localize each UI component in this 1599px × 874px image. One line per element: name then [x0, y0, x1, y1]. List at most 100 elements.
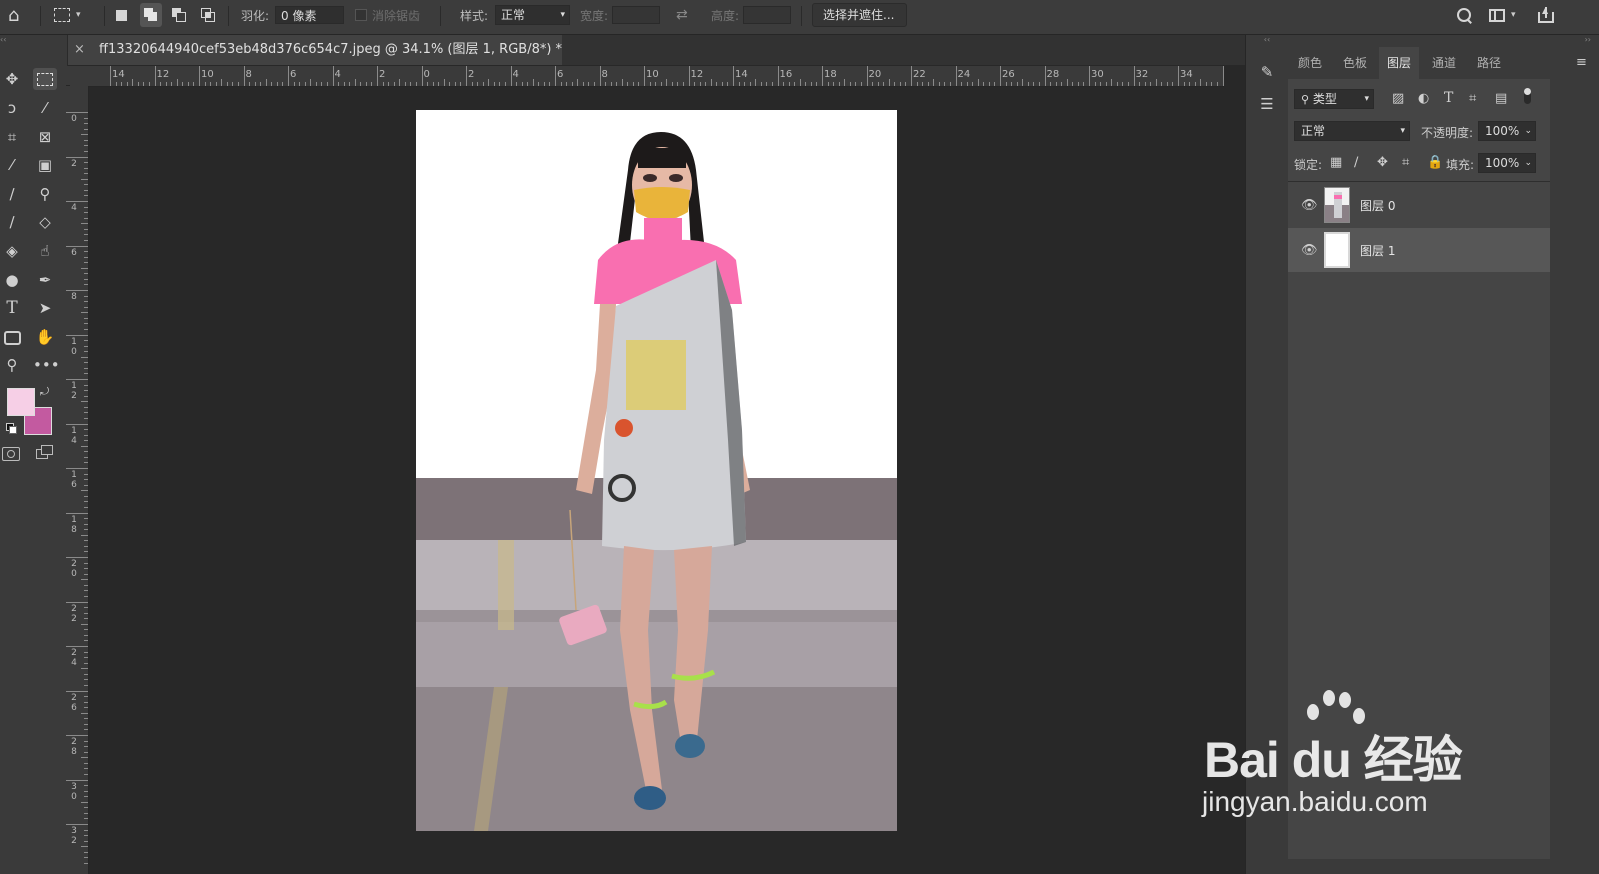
collapse-panels-icon[interactable]: ‹‹ [1246, 35, 1288, 45]
ruler-tick [221, 79, 223, 86]
ruler-tick [961, 82, 963, 86]
workspace-button[interactable]: ▾ [1489, 0, 1516, 30]
filter-smart-object-icon[interactable]: ▤ [1495, 91, 1507, 106]
document-tab[interactable]: × ff13320644940cef53eb48d376c654c7.jpeg … [68, 35, 562, 65]
frame-tool[interactable]: ⊠ [33, 126, 57, 148]
lock-image-icon[interactable]: ∕ [1354, 155, 1358, 170]
magic-wand-tool[interactable]: ⁄ [33, 97, 57, 119]
swap-colors-icon[interactable]: ⤾ [40, 385, 49, 399]
swap-dimensions-button[interactable]: ⇄ [676, 0, 688, 30]
object-selection-tool[interactable]: ▣ [33, 154, 57, 176]
smudge-tool[interactable]: ☝ [33, 240, 57, 262]
tab-color[interactable]: 颜色 [1290, 47, 1330, 79]
share-button[interactable]: ▲ [1538, 0, 1554, 30]
lock-transparent-icon[interactable]: ▦ [1330, 155, 1342, 170]
layer-row-selected[interactable]: 👁 图层 1 [1288, 228, 1550, 272]
tab-swatches[interactable]: 色板 [1335, 47, 1375, 79]
subtract-selection-button[interactable] [172, 0, 186, 30]
ruler-tick [538, 82, 540, 86]
close-tab-button[interactable]: × [74, 42, 85, 57]
more-tools-button[interactable]: ••• [33, 354, 60, 376]
opacity-input[interactable]: 100% ⌄ [1478, 121, 1536, 141]
ruler-tick [84, 145, 88, 147]
brush-tool[interactable]: ∕ [0, 183, 24, 205]
filter-shape-icon[interactable]: ⌗ [1469, 91, 1476, 106]
ruler-tick [84, 618, 88, 620]
ruler-tick [822, 66, 823, 86]
ruler-tick [799, 79, 801, 86]
add-selection-button[interactable] [140, 3, 162, 27]
eraser-tool[interactable]: ◇ [33, 211, 57, 233]
opacity-label: 不透明度: [1421, 126, 1474, 140]
ruler-tick [84, 479, 88, 481]
tool-preset-picker[interactable]: ▾ [54, 0, 81, 30]
visibility-eye-icon[interactable]: 👁 [1301, 198, 1318, 213]
layer-name[interactable]: 图层 0 [1360, 197, 1395, 214]
pen-tool[interactable]: ✒ [33, 269, 57, 291]
layer-row[interactable]: 👁 图层 0 [1288, 183, 1550, 227]
visibility-eye-icon[interactable]: 👁 [1301, 243, 1318, 258]
vertical-ruler[interactable]: 0 2 4 6 8 1 0 1 2 1 4 1 6 1 8 2 0 2 2 2 4 2 6 2 8 3 0 3 … [66, 86, 89, 874]
ruler-tick [84, 840, 88, 842]
rectangle-tool[interactable] [0, 326, 24, 348]
clone-stamp-tool[interactable]: ⚲ [33, 183, 57, 205]
ruler-tick [84, 829, 88, 831]
collapse-panel-icon[interactable]: ›› [1288, 35, 1599, 45]
crop-tool[interactable]: ⌗ [0, 126, 24, 148]
antialias-checkbox[interactable]: 消除锯齿 [355, 0, 420, 30]
lock-all-icon[interactable]: 🔒 [1427, 155, 1443, 170]
filter-toggle[interactable] [1524, 88, 1531, 104]
horizontal-ruler[interactable]: 14 12 10 8 6 4 2 0 2 4 6 8 10 12 14 16 18 20 22 24 26 28 30 32 3… [70, 66, 1224, 87]
ruler-tick [393, 82, 395, 86]
filter-adjustment-icon[interactable]: ◐ [1418, 91, 1429, 106]
hand-tool[interactable]: ✋ [33, 326, 57, 348]
brush-settings-button[interactable]: ✎ [1255, 63, 1279, 85]
tab-channels[interactable]: 通道 [1424, 47, 1464, 79]
layer-filter-select[interactable]: ⚲ 类型 ▾ [1294, 89, 1374, 109]
ruler-tick [84, 673, 88, 675]
style-select[interactable]: 正常 ▾ [495, 5, 570, 25]
tab-paths[interactable]: 路径 [1469, 47, 1509, 79]
toolbar-collapse[interactable]: ‹‹ [0, 35, 66, 45]
ruler-label: 4 [334, 69, 341, 80]
lasso-tool[interactable]: ↄ [0, 97, 24, 119]
foreground-color-swatch[interactable] [7, 388, 35, 416]
zoom-tool[interactable]: ⚲ [0, 354, 24, 376]
default-colors-icon[interactable] [6, 423, 17, 434]
path-selection-tool[interactable]: ➤ [33, 297, 57, 319]
panel-menu-icon[interactable]: ≡ [1576, 55, 1587, 70]
document-canvas[interactable] [416, 110, 897, 831]
ruler-tick [215, 82, 217, 86]
ruler-tick [593, 82, 595, 86]
chevron-down-icon: ⌄ [1524, 126, 1532, 136]
filter-type-icon[interactable]: T [1444, 90, 1453, 106]
blend-mode-select[interactable]: 正常 ▾ [1294, 121, 1410, 141]
filter-pixel-icon[interactable]: ▨ [1392, 91, 1404, 106]
ruler-tick [121, 82, 123, 86]
new-selection-button[interactable] [116, 0, 127, 30]
screen-mode-icon[interactable] [36, 445, 54, 459]
feather-input[interactable]: 0 像素 [275, 6, 344, 24]
history-brush-tool[interactable]: ∕ [0, 211, 24, 233]
height-input[interactable] [743, 6, 791, 24]
lock-artboard-icon[interactable]: ⌗ [1402, 155, 1409, 170]
paint-bucket-tool[interactable]: ◈ [0, 240, 24, 262]
rect-marquee-icon [54, 8, 70, 22]
dodge-tool[interactable]: ● [0, 269, 24, 291]
tab-layers[interactable]: 图层 [1379, 47, 1420, 79]
move-tool[interactable]: ✥ [0, 68, 24, 90]
type-tool[interactable]: T [0, 297, 24, 319]
home-button[interactable]: ⌂ [8, 0, 19, 30]
width-input[interactable] [612, 6, 660, 24]
eyedropper-tool[interactable]: ⁄ [0, 154, 24, 176]
search-button[interactable] [1456, 0, 1472, 30]
intersect-selection-button[interactable] [201, 0, 215, 30]
fill-input[interactable]: 100% ⌄ [1478, 153, 1536, 173]
layer-name[interactable]: 图层 1 [1360, 242, 1395, 259]
select-and-mask-button[interactable]: 选择并遮住... [812, 3, 907, 27]
rect-marquee-tool[interactable] [33, 68, 57, 90]
adjustments-button[interactable]: ☰ [1255, 95, 1279, 117]
quick-mask-icon[interactable] [2, 447, 20, 461]
ruler-label: 26 [1002, 69, 1015, 80]
lock-position-icon[interactable]: ✥ [1377, 155, 1388, 170]
